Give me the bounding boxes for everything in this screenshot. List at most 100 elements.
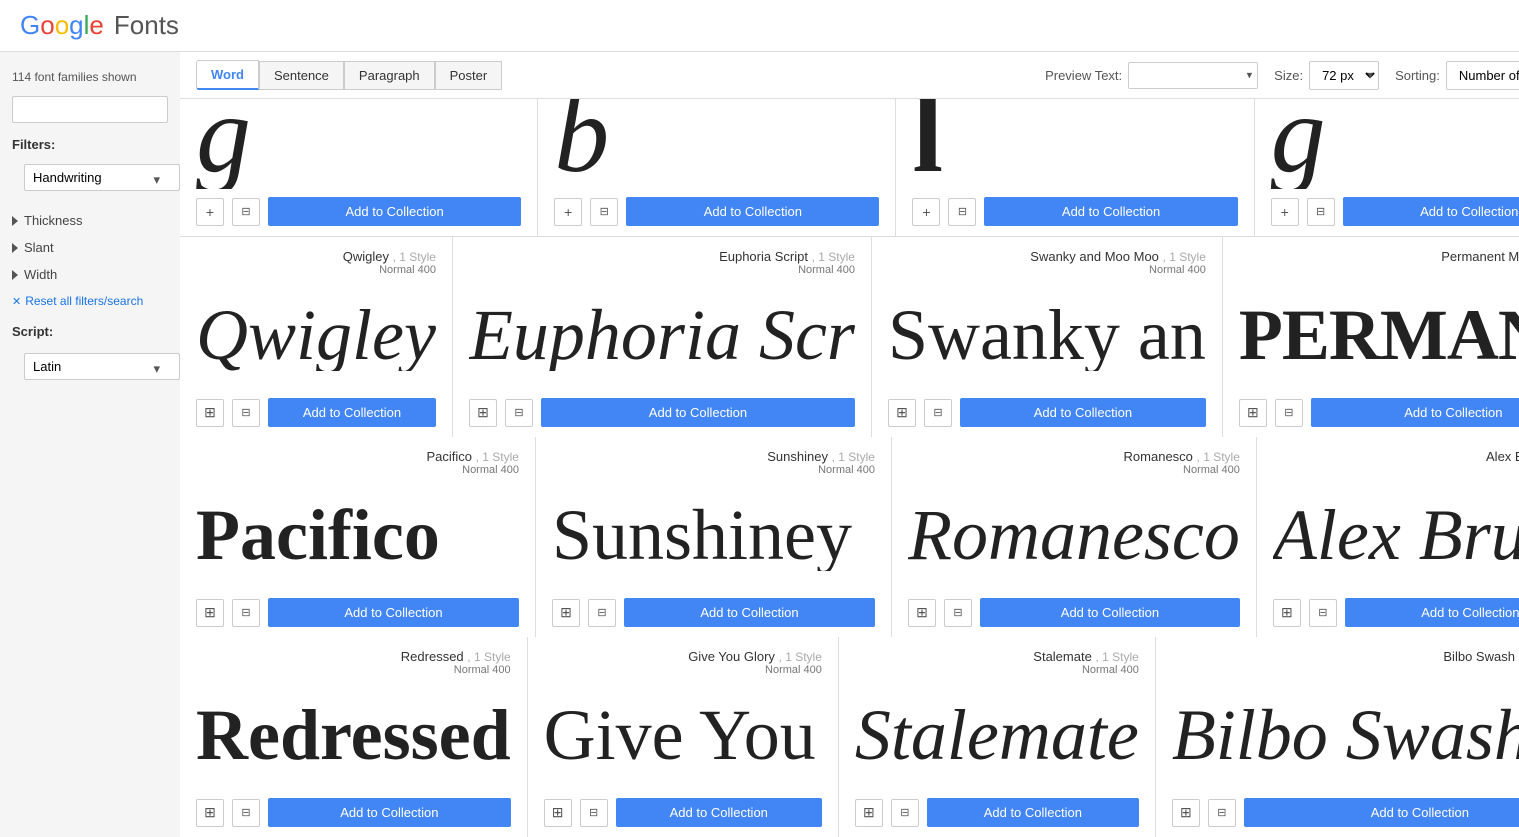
- font-preview-romanesco: Romanesco: [908, 480, 1240, 590]
- font-style-sunshiney: Normal 400: [818, 464, 875, 476]
- add-collection-btn-p1[interactable]: Add to Collection: [268, 197, 521, 226]
- tab-word[interactable]: Word: [196, 60, 259, 90]
- add-collection-btn-p2[interactable]: Add to Collection: [626, 197, 879, 226]
- add-collection-btn-euphoria[interactable]: Add to Collection: [541, 398, 855, 427]
- google-fonts-logo[interactable]: Google Fonts: [20, 10, 179, 41]
- font-preview-bilboswash: Bilbo Swash C: [1172, 680, 1519, 790]
- font-preview-partial-3: l: [912, 99, 1237, 189]
- reset-label: Reset all filters/search: [25, 294, 143, 308]
- add-collection-btn-p3[interactable]: Add to Collection: [984, 197, 1237, 226]
- font-preview-text-sunshiney: Sunshiney: [552, 499, 852, 571]
- font-row-2: Pacifico , 1 Style Normal 400 Pacifico ⊞…: [180, 437, 1519, 637]
- font-card-pacifico: Pacifico , 1 Style Normal 400 Pacifico ⊞…: [180, 437, 535, 637]
- preview-text-input[interactable]: [1128, 62, 1258, 89]
- font-preview-stalemate: Stalemate: [855, 680, 1139, 790]
- grid-view-btn-alexbrush[interactable]: ⊞: [1273, 599, 1301, 627]
- grid-view-btn-romanesco[interactable]: ⊞: [908, 599, 936, 627]
- font-style-count-val: 1 Style: [399, 250, 436, 264]
- list-view-btn-sunshiney[interactable]: ⊟: [588, 599, 616, 627]
- sidebar-filter-thickness[interactable]: Thickness: [0, 207, 180, 234]
- add-collection-btn-permanent[interactable]: Add to Collection: [1311, 398, 1519, 427]
- add-collection-btn-redressed[interactable]: Add to Collection: [268, 798, 511, 827]
- grid-view-btn-euphoria[interactable]: ⊞: [469, 399, 497, 427]
- font-header-bilboswash: Bilbo Swash Caps , 1 Style Normal 400: [1172, 649, 1519, 676]
- list-view-btn-qwigley[interactable]: ⊟: [232, 399, 260, 427]
- search-input[interactable]: [12, 96, 168, 123]
- add-collection-btn-sunshiney[interactable]: Add to Collection: [624, 598, 875, 627]
- list-view-btn-permanent[interactable]: ⊟: [1275, 399, 1303, 427]
- grid-view-btn-stalemate[interactable]: ⊞: [855, 799, 883, 827]
- font-row-3: Redressed , 1 Style Normal 400 Redressed…: [180, 637, 1519, 837]
- grid-view-btn-bilboswash[interactable]: ⊞: [1172, 799, 1200, 827]
- content-area: Word Sentence Paragraph Poster Preview T…: [180, 52, 1519, 837]
- list-view-btn-stalemate[interactable]: ⊟: [891, 799, 919, 827]
- font-style-stalemate: Normal 400: [1082, 664, 1139, 676]
- font-footer-pacifico: ⊞ ⊟ Add to Collection: [196, 598, 519, 627]
- font-preview-partial-2: b: [554, 99, 879, 189]
- list-view-btn-swanky[interactable]: ⊟: [924, 399, 952, 427]
- grid-view-btn-giveyouglory[interactable]: ⊞: [544, 799, 572, 827]
- preview-text-group: Preview Text: ▾: [1045, 62, 1258, 89]
- add-collection-btn-stalemate[interactable]: Add to Collection: [927, 798, 1139, 827]
- families-shown-count: 114 font families shown: [0, 62, 180, 92]
- font-card-qwigley: Qwigley , 1 Style Normal 400 Qwigley ⊞ ⊟…: [180, 237, 452, 437]
- font-name-permanent: Permanent Marker , 1 Style: [1441, 249, 1519, 264]
- grid-view-btn-redressed[interactable]: ⊞: [196, 799, 224, 827]
- add-collection-btn-romanesco[interactable]: Add to Collection: [980, 598, 1240, 627]
- font-style-pacifico: Normal 400: [462, 464, 519, 476]
- add-collection-btn-giveyouglory[interactable]: Add to Collection: [616, 798, 822, 827]
- list-view-btn-giveyouglory[interactable]: ⊟: [580, 799, 608, 827]
- add-icon-btn-p3[interactable]: +: [912, 198, 940, 226]
- width-label: Width: [24, 267, 57, 282]
- script-dropdown[interactable]: Latin: [24, 353, 180, 380]
- add-collection-btn-qwigley[interactable]: Add to Collection: [268, 398, 436, 427]
- size-label: Size:: [1274, 68, 1303, 83]
- add-collection-btn-p4[interactable]: Add to Collection: [1343, 197, 1519, 226]
- header: Google Fonts: [0, 0, 1519, 52]
- font-name-euphoria: Euphoria Script , 1 Style: [719, 249, 855, 264]
- grid-view-btn-permanent[interactable]: ⊞: [1239, 399, 1267, 427]
- font-style-euphoria: Normal 400: [798, 264, 855, 276]
- font-header-pacifico: Pacifico , 1 Style Normal 400: [196, 449, 519, 476]
- add-collection-btn-pacifico[interactable]: Add to Collection: [268, 598, 519, 627]
- list-view-btn-bilboswash[interactable]: ⊟: [1208, 799, 1236, 827]
- list-view-btn-pacifico[interactable]: ⊟: [232, 599, 260, 627]
- category-dropdown[interactable]: Handwriting: [24, 164, 180, 191]
- grid-view-btn-pacifico[interactable]: ⊞: [196, 599, 224, 627]
- font-name-bilboswash: Bilbo Swash Caps , 1 Style: [1443, 649, 1519, 664]
- list-view-btn-euphoria[interactable]: ⊟: [505, 399, 533, 427]
- add-icon-btn-p2[interactable]: +: [554, 198, 582, 226]
- add-collection-btn-swanky[interactable]: Add to Collection: [960, 398, 1206, 427]
- font-footer-sunshiney: ⊞ ⊟ Add to Collection: [552, 598, 875, 627]
- list-icon-btn-p1[interactable]: ⊟: [232, 198, 260, 226]
- thickness-label: Thickness: [24, 213, 83, 228]
- font-preview-text-euphoria: Euphoria Scr: [469, 299, 855, 371]
- add-collection-btn-alexbrush[interactable]: Add to Collection: [1345, 598, 1519, 627]
- size-select[interactable]: 72 px: [1309, 61, 1379, 90]
- list-view-btn-redressed[interactable]: ⊟: [232, 799, 260, 827]
- sorting-select[interactable]: Number of styles: [1446, 61, 1519, 90]
- grid-view-btn-swanky[interactable]: ⊞: [888, 399, 916, 427]
- font-name-text: Qwigley: [343, 249, 389, 264]
- list-view-btn-romanesco[interactable]: ⊟: [944, 599, 972, 627]
- add-collection-btn-bilboswash[interactable]: Add to Collection: [1244, 798, 1519, 827]
- list-icon-btn-p2[interactable]: ⊟: [590, 198, 618, 226]
- grid-view-btn-qwigley[interactable]: ⊞: [196, 399, 224, 427]
- add-icon-btn-p4[interactable]: +: [1271, 198, 1299, 226]
- list-icon-btn-p3[interactable]: ⊟: [948, 198, 976, 226]
- tab-sentence[interactable]: Sentence: [259, 61, 344, 90]
- reset-filters-link[interactable]: ✕ Reset all filters/search: [0, 288, 180, 314]
- grid-view-btn-sunshiney[interactable]: ⊞: [552, 599, 580, 627]
- tab-poster[interactable]: Poster: [435, 61, 503, 90]
- font-name-qwigley: Qwigley , 1 Style: [343, 249, 436, 264]
- list-view-btn-alexbrush[interactable]: ⊟: [1309, 599, 1337, 627]
- sidebar-filter-slant[interactable]: Slant: [0, 234, 180, 261]
- add-icon-btn-p1[interactable]: +: [196, 198, 224, 226]
- list-icon-btn-p4[interactable]: ⊟: [1307, 198, 1335, 226]
- font-footer-permanent: ⊞ ⊟ Add to Collection: [1239, 398, 1519, 427]
- slant-label: Slant: [24, 240, 54, 255]
- sidebar-filter-width[interactable]: Width: [0, 261, 180, 288]
- font-footer-giveyouglory: ⊞ ⊟ Add to Collection: [544, 798, 822, 827]
- tab-paragraph[interactable]: Paragraph: [344, 61, 435, 90]
- font-card-partial-2: b + ⊟ Add to Collection: [538, 99, 895, 236]
